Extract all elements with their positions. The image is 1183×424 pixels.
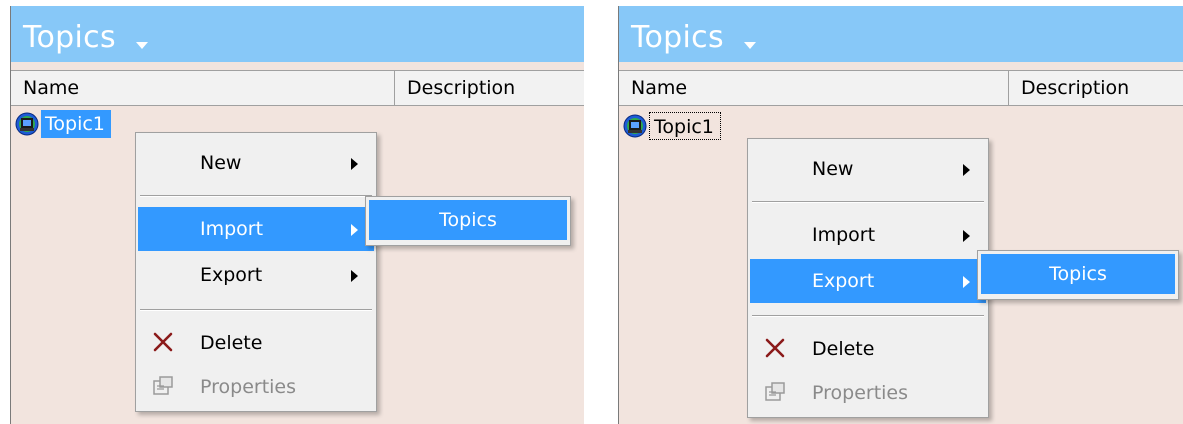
properties-icon <box>765 382 785 401</box>
column-header-name[interactable]: Name <box>11 71 395 105</box>
column-header-description[interactable]: Description <box>395 71 584 105</box>
panel-title: Topics <box>23 20 116 55</box>
delete-x-icon <box>153 332 173 352</box>
submenu-item-topics[interactable]: Topics <box>981 254 1175 294</box>
list-header: Name Description <box>11 70 584 106</box>
submenu: Topics <box>977 250 1179 300</box>
menu-item-properties[interactable]: Properties <box>750 371 986 415</box>
context-menu: New Import Export Delete Properties <box>135 132 377 412</box>
menu-separator <box>752 201 984 203</box>
menu-item-export[interactable]: Export <box>750 259 986 303</box>
column-header-description[interactable]: Description <box>1009 71 1183 105</box>
submenu-item-topics[interactable]: Topics <box>369 200 567 240</box>
chevron-down-icon[interactable] <box>744 42 756 49</box>
panel-title-bar[interactable]: Topics <box>619 6 1183 62</box>
list-header: Name Description <box>619 70 1183 106</box>
menu-item-properties[interactable]: Properties <box>138 365 374 409</box>
menu-item-export[interactable]: Export <box>138 253 374 297</box>
properties-icon <box>153 376 173 395</box>
topic-icon <box>623 114 647 138</box>
menu-item-delete[interactable]: Delete <box>138 321 374 365</box>
submenu-arrow-icon <box>963 230 970 242</box>
topic-item-label[interactable]: Topic1 <box>649 112 721 140</box>
topics-panel-right: Topics Name Description Topic1 New Impor… <box>618 6 1183 424</box>
menu-item-new[interactable]: New <box>138 141 374 185</box>
menu-item-import[interactable]: Import <box>750 213 986 257</box>
submenu-arrow-icon <box>351 158 358 170</box>
column-header-name[interactable]: Name <box>619 71 1009 105</box>
topic-item-label[interactable]: Topic1 <box>41 110 111 138</box>
panel-title: Topics <box>631 20 724 55</box>
menu-item-import[interactable]: Import <box>138 207 374 251</box>
chevron-down-icon[interactable] <box>136 42 148 49</box>
topic-icon <box>15 112 39 136</box>
submenu-arrow-icon <box>963 164 970 176</box>
menu-separator <box>140 195 372 197</box>
panel-title-bar[interactable]: Topics <box>11 6 584 62</box>
submenu: Topics <box>365 196 571 246</box>
menu-separator <box>752 315 984 317</box>
menu-item-new[interactable]: New <box>750 147 986 191</box>
submenu-arrow-icon <box>963 276 970 288</box>
submenu-arrow-icon <box>351 270 358 282</box>
submenu-arrow-icon <box>351 224 358 236</box>
context-menu: New Import Export Delete Properties <box>747 138 989 418</box>
delete-x-icon <box>765 338 785 358</box>
topics-panel-left: Topics Name Description Topic1 New Impor… <box>10 6 584 424</box>
menu-separator <box>140 309 372 311</box>
menu-item-delete[interactable]: Delete <box>750 327 986 371</box>
